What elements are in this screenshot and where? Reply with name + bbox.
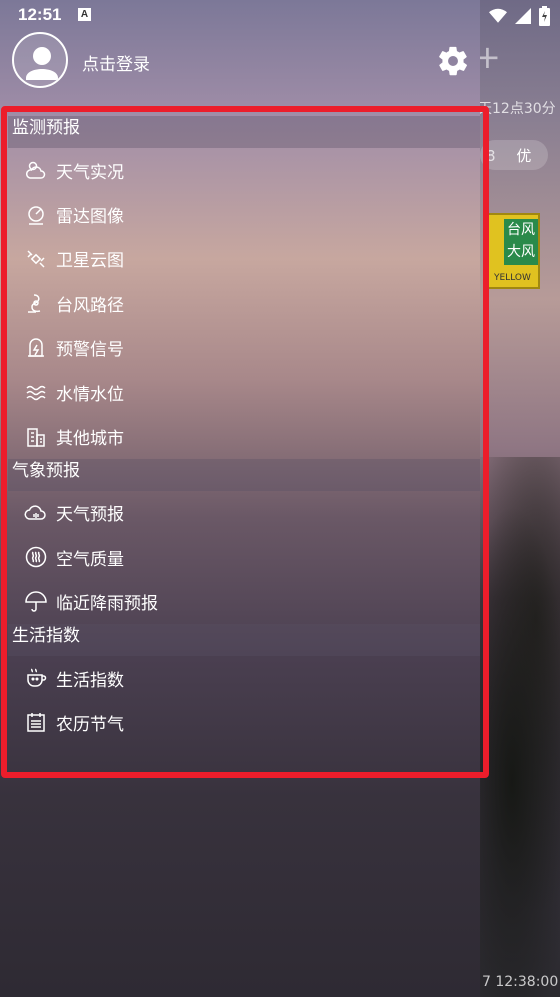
menu-item-rain-nowcast[interactable]: 临近降雨预报 <box>8 580 480 624</box>
menu-item-label: 卫星云图 <box>56 251 124 272</box>
menu-item-weather-forecast[interactable]: 天气预报 <box>8 491 480 535</box>
signal-icon <box>515 8 531 24</box>
wifi-icon <box>489 8 507 23</box>
status-bar: 12:51 A <box>0 0 560 30</box>
radar-icon <box>24 203 48 227</box>
life-index-icon <box>24 666 48 690</box>
water-level-icon <box>24 380 48 404</box>
warning-signal-icon <box>24 336 48 360</box>
menu-item-label: 空气质量 <box>56 549 124 570</box>
bottom-time: 7 12:38:00 <box>482 974 559 990</box>
menu-item-satellite[interactable]: 卫星云图 <box>8 237 480 281</box>
satellite-icon <box>24 247 48 271</box>
login-label[interactable]: 点击登录 <box>82 50 150 75</box>
aqi-pill: 8 优 <box>480 140 548 170</box>
status-time: 12:51 <box>18 5 62 24</box>
menu-item-label: 农历节气 <box>56 714 124 735</box>
menu-item-warning-signal[interactable]: 预警信号 <box>8 326 480 370</box>
typhoon-icon <box>24 291 48 315</box>
warning-caption: YELLOW <box>494 273 531 283</box>
rain-umbrella-icon <box>24 590 48 614</box>
aqi-level: 优 <box>516 147 532 165</box>
menu-item-lunar-calendar[interactable]: 农历节气 <box>8 700 480 744</box>
menu-item-air-quality[interactable]: 空气质量 <box>8 535 480 579</box>
aqi-value: 8 <box>486 147 496 165</box>
menu-panel: 监测预报 天气实况 雷达图像 卫星云图 台风路径 预警信号 水情水位 其他城市 … <box>8 116 480 770</box>
menu-item-label: 临近降雨预报 <box>56 594 158 615</box>
menu-item-life-index[interactable]: 生活指数 <box>8 656 480 700</box>
notification-icon: A <box>78 8 91 21</box>
battery-icon <box>539 6 550 26</box>
menu-item-label: 生活指数 <box>56 670 124 691</box>
warning-text-1: 台风 <box>507 222 535 238</box>
menu-item-label: 台风路径 <box>56 295 124 316</box>
section-header-monitoring: 监测预报 <box>8 116 480 148</box>
warning-label: 台风 大风 <box>504 219 538 265</box>
menu-item-weather-live[interactable]: 天气实况 <box>8 148 480 192</box>
settings-button[interactable] <box>436 44 470 78</box>
menu-item-label: 雷达图像 <box>56 207 124 228</box>
menu-item-radar[interactable]: 雷达图像 <box>8 192 480 236</box>
gear-icon <box>439 46 467 76</box>
menu-item-label: 天气实况 <box>56 162 124 183</box>
navigation-drawer: 点击登录 监测预报 天气实况 雷达图像 卫星云图 台风路径 预警信号 水情水位 … <box>0 0 480 997</box>
menu-item-label: 其他城市 <box>56 429 124 450</box>
status-icons <box>489 6 550 26</box>
update-time: 天12点30分 <box>478 101 556 117</box>
weather-forecast-icon <box>24 501 48 525</box>
menu-item-label: 天气预报 <box>56 505 124 526</box>
menu-item-other-cities[interactable]: 其他城市 <box>8 414 480 458</box>
air-quality-icon <box>24 545 48 569</box>
menu-item-label: 预警信号 <box>56 340 124 361</box>
menu-item-typhoon[interactable]: 台风路径 <box>8 281 480 325</box>
user-icon <box>26 47 58 80</box>
section-header-forecast: 气象预报 <box>8 458 480 491</box>
menu-item-label: 水情水位 <box>56 384 124 405</box>
drawer-header: 点击登录 <box>0 30 480 102</box>
city-icon <box>24 425 48 449</box>
warning-badge: 台风 大风 YELLOW <box>484 213 540 289</box>
section-header-life: 生活指数 <box>8 623 480 656</box>
weather-live-icon <box>24 158 48 182</box>
menu-item-water-level[interactable]: 水情水位 <box>8 370 480 414</box>
user-avatar[interactable] <box>12 32 68 88</box>
calendar-icon <box>24 710 48 734</box>
warning-text-2: 大风 <box>507 244 535 260</box>
